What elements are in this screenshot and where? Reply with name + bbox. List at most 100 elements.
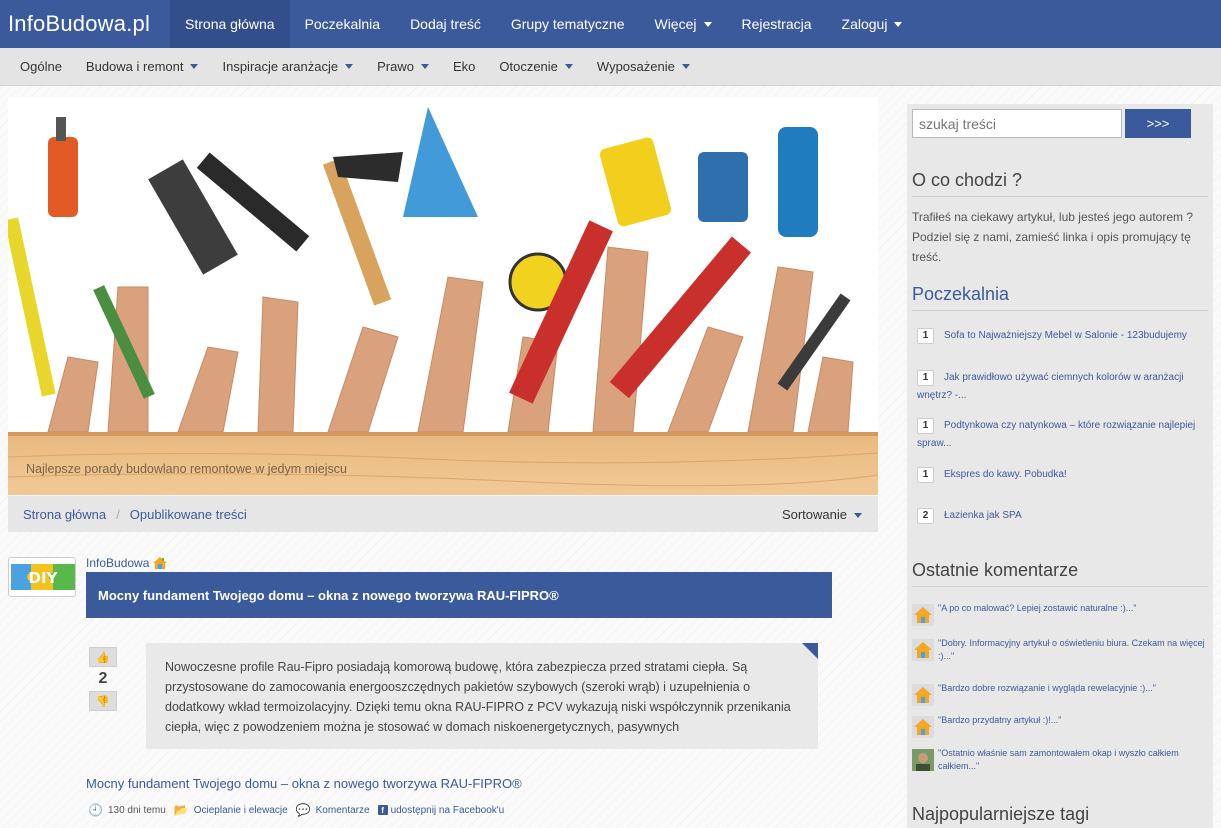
comment-item[interactable]: "A po co malować? Lepiej zostawić natura… (912, 602, 1208, 626)
author-name: InfoBudowa (86, 556, 150, 570)
avatar-diy-text: DIY (29, 569, 59, 587)
article-link[interactable]: Mocny fundament Twojego domu – okna z no… (86, 776, 522, 791)
author-avatar[interactable]: DIY (8, 557, 76, 597)
article-author[interactable]: InfoBudowa (86, 556, 168, 570)
nav-add-content-label: Dodaj treść (410, 16, 481, 32)
caret-down-icon (420, 64, 429, 69)
meta-share[interactable]: udostępnij na Facebook'u (391, 805, 505, 816)
house-avatar-icon (912, 639, 934, 661)
user-photo-icon (912, 749, 934, 771)
waiting-item[interactable]: 1 Jak prawidłowo używać ciemnych kolorów … (917, 369, 1207, 405)
diy-puzzle-icon: DIY (11, 564, 75, 590)
caret-down-icon (894, 21, 903, 27)
vote-widget: 👍 2 👎 (89, 647, 117, 711)
waiting-item-text: Łazienka jak SPA (944, 510, 1022, 521)
nav-more-label: Więcej (654, 16, 697, 32)
subnav-surroundings[interactable]: Otoczenie (487, 59, 585, 74)
house-avatar-icon (912, 684, 934, 706)
caret-down-icon (681, 64, 690, 69)
subnav-inspirations[interactable]: Inspiracje aranżacje (210, 59, 365, 74)
nav-waiting-label: Poczekalnia (304, 16, 381, 32)
vote-up-button[interactable]: 👍 (89, 647, 117, 667)
waiting-item-text: Jak prawidłowo używać ciemnych kolorów w… (917, 372, 1184, 401)
waiting-item-text: Ekspres do kawy. Pobudka! (944, 469, 1067, 480)
nav-home[interactable]: Strona główna (170, 0, 290, 48)
breadcrumb-published[interactable]: Opublikowane treści (130, 507, 247, 522)
facebook-icon: f (377, 805, 388, 815)
caret-down-icon (190, 64, 199, 69)
waiting-item[interactable]: 1 Podtynkowa czy natynkowa – które rozwią… (917, 417, 1207, 453)
top-navbar: InfoBudowa.pl Strona główna Poczekalnia … (0, 0, 1221, 48)
sort-label: Sortowanie (781, 506, 847, 522)
site-logo[interactable]: InfoBudowa.pl (0, 0, 170, 48)
caret-down-icon (564, 64, 573, 69)
nav-waiting[interactable]: Poczekalnia (290, 0, 396, 48)
caret-down-icon (854, 512, 862, 518)
clock-icon: 🕘 (88, 803, 103, 817)
breadcrumb-home[interactable]: Strona główna (23, 507, 106, 522)
subnav-surroundings-label: Otoczenie (499, 59, 558, 74)
subnav-law[interactable]: Prawo (365, 59, 441, 74)
excerpt-text: Nowoczesne profile Rau-Fipro posiadają k… (165, 660, 791, 734)
subnav-equipment[interactable]: Wyposażenie (585, 59, 702, 74)
sort-dropdown[interactable]: Sortowanie (782, 507, 862, 522)
vote-down-button[interactable]: 👎 (89, 691, 117, 711)
waiting-item[interactable]: 1 Ekspres do kawy. Pobudka! (917, 466, 1207, 484)
thumbs-up-icon: 👍 (96, 651, 110, 664)
nav-add-content[interactable]: Dodaj treść (395, 0, 496, 48)
comment-icon: 💬 (295, 803, 311, 817)
search-input[interactable] (912, 109, 1122, 138)
house-avatar-icon (912, 716, 934, 738)
comment-text: "Dobry. Informacyjny artykuł o oświetlen… (938, 638, 1205, 661)
meta-category[interactable]: Ocieplanie i elewacje (194, 805, 288, 816)
hero-caption: Najlepsze porady budowlano remontowe w j… (26, 462, 347, 476)
waiting-count-badge: 1 (917, 418, 934, 434)
breadcrumb: Strona główna / Opublikowane treści Sort… (8, 496, 878, 532)
caret-down-icon (703, 21, 712, 27)
about-text: Trafiłeś na ciekawy artykuł, lub jesteś … (912, 210, 1194, 264)
nav-home-label: Strona główna (185, 16, 275, 32)
comment-item[interactable]: "Ostatnio właśnie sam zamontowałem okap … (912, 747, 1208, 773)
meta-time: 130 dni temu (107, 804, 166, 816)
comment-text: "Ostatnio właśnie sam zamontowałem okap … (938, 748, 1179, 771)
subnav-eco[interactable]: Eko (441, 59, 487, 74)
hero-banner: Najlepsze porady budowlano remontowe w j… (8, 97, 878, 495)
nav-login[interactable]: Zaloguj (827, 0, 918, 48)
nav-more[interactable]: Więcej (639, 0, 726, 48)
subnav-construction[interactable]: Budowa i remont (74, 59, 211, 74)
search-button[interactable]: >>> (1125, 109, 1191, 138)
house-avatar-icon (912, 604, 934, 626)
comments-heading: Ostatnie komentarze (912, 560, 1208, 587)
meta-comments[interactable]: Komentarze (316, 805, 370, 816)
hero-tools-illustration (8, 97, 878, 495)
comment-item[interactable]: "Bardzo dobre rozwiązanie i wygląda rewe… (912, 682, 1208, 706)
nav-register[interactable]: Rejestracja (727, 0, 827, 48)
comment-text: "Bardzo dobre rozwiązanie i wygląda rewe… (938, 683, 1156, 693)
sidebar: >>> O co chodzi ? Trafiłeś na ciekawy ar… (907, 104, 1213, 828)
folder-icon: 📂 (173, 803, 189, 817)
subnav-general-label: Ogólne (20, 59, 62, 74)
nav-groups[interactable]: Grupy tematyczne (496, 0, 640, 48)
thumbs-down-icon: 👎 (96, 695, 110, 708)
subnav-general[interactable]: Ogólne (8, 59, 74, 74)
nav-login-label: Zaloguj (841, 16, 888, 32)
comment-text: "Bardzo przydatny artykuł :)!..." (938, 715, 1062, 725)
subnav-equipment-label: Wyposażenie (596, 59, 675, 74)
waiting-count-badge: 1 (917, 328, 934, 344)
nav-register-label: Rejestracja (741, 16, 812, 32)
waiting-item[interactable]: 2 Łazienka jak SPA (917, 507, 1207, 525)
waiting-heading[interactable]: Poczekalnia (912, 284, 1208, 311)
comment-text: "A po co malować? Lepiej zostawić natura… (938, 603, 1137, 613)
comment-item[interactable]: "Dobry. Informacyjny artykuł o oświetlen… (912, 637, 1208, 663)
house-icon (153, 557, 168, 569)
comment-item[interactable]: "Bardzo przydatny artykuł :)!..." (912, 714, 1208, 738)
about-heading: O co chodzi ? (912, 170, 1208, 197)
waiting-item-text: Podtynkowa czy natynkowa – które rozwiąz… (917, 420, 1196, 449)
corner-fold-icon (802, 643, 818, 659)
waiting-item[interactable]: 1 Sofa to Najważniejszy Mebel w Salonie -… (917, 327, 1207, 345)
category-navbar: Ogólne Budowa i remont Inspiracje aranża… (0, 48, 1221, 86)
article-meta: 🕘 130 dni temu 📂 Ocieplanie i elewacje 💬… (88, 803, 512, 817)
waiting-count-badge: 1 (917, 467, 934, 483)
breadcrumb-separator: / (116, 506, 120, 522)
article-title[interactable]: Mocny fundament Twojego domu – okna z no… (86, 572, 832, 618)
